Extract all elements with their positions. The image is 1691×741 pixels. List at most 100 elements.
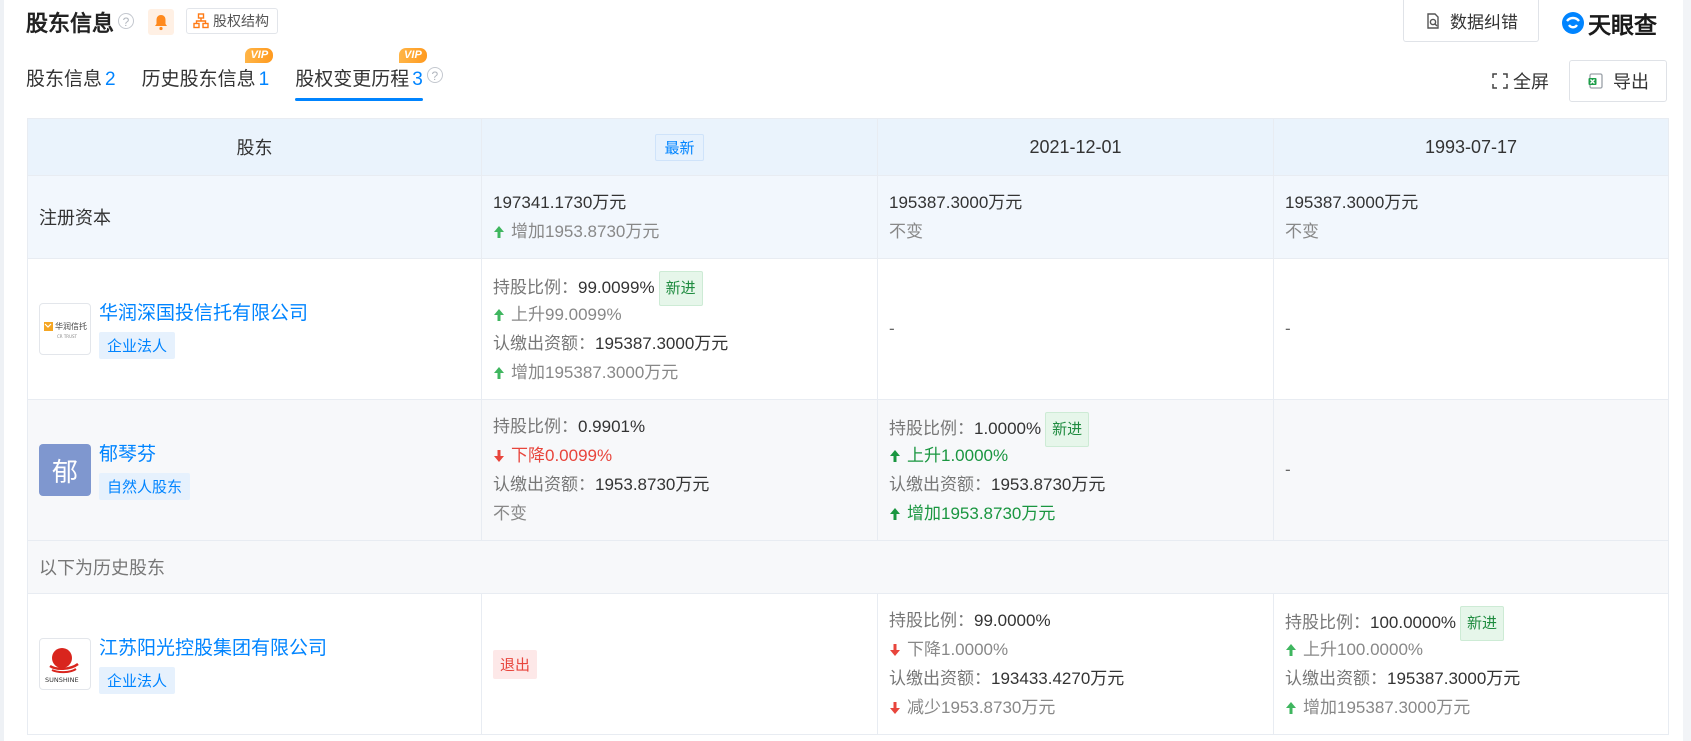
org-chart-icon (193, 13, 209, 29)
scrollbar-track[interactable] (1683, 0, 1691, 741)
paid-change: 增加1953.8730万元 (889, 499, 1262, 528)
logo-subtext: CR TRUST (57, 334, 78, 339)
table-cell: - (1273, 399, 1669, 541)
table-row: 华润信托 CR TRUST 华润深国投信托有限公司 企业法人 持股比例：99.00… (27, 258, 1669, 400)
table-cell: 持股比例：99.0099% 新进 上升99.0099% 认缴出资额：195387.… (481, 258, 878, 400)
holder-type-tag: 企业法人 (99, 666, 176, 694)
logo-text: 华润信托 (55, 321, 87, 331)
table-cell: 197341.1730万元 增加1953.8730万元 (481, 175, 878, 259)
table-cell: 195387.3000万元 不变 (877, 175, 1274, 259)
fullscreen-button[interactable]: 全屏 (1491, 68, 1549, 94)
tianyancha-logo-icon (1562, 12, 1584, 34)
arrow-down-icon (494, 450, 504, 462)
table-cell: 持股比例：1.0000% 新进 上升1.0000% 认缴出资额：1953.8730… (877, 399, 1274, 541)
holder-cell: SUNSHINE 江苏阳光控股集团有限公司 企业法人 (27, 593, 482, 735)
ratio-value: 1.0000% (974, 419, 1042, 438)
capital-value: 195387.3000万元 (889, 193, 1023, 212)
bell-icon[interactable] (148, 9, 174, 35)
holder-type-tag: 企业法人 (99, 331, 176, 359)
table-cell: 退出 (481, 593, 878, 735)
tab-count: 3 (412, 69, 423, 90)
new-badge: 新进 (1045, 412, 1090, 447)
table-cell: 持股比例：0.9901% 下降0.0099% 认缴出资额：1953.8730万元… (481, 399, 878, 541)
table-row: 郁 郁琴芬 自然人股东 持股比例：0.9901% 下降0.0099% 认缴出资额… (27, 399, 1669, 541)
table-header-row: 股东 最新 2021-12-01 1993-07-17 (27, 118, 1669, 176)
paid-change: 不变 (493, 504, 527, 523)
fullscreen-label: 全屏 (1513, 72, 1549, 92)
logo-text: SUNSHINE (45, 676, 79, 684)
table-cell: - (877, 258, 1274, 400)
data-correction-button[interactable]: 数据纠错 (1403, 0, 1539, 42)
column-header-date: 2021-12-01 (877, 118, 1274, 176)
export-button[interactable]: 导出 (1569, 60, 1667, 102)
column-header-holder: 股东 (27, 118, 482, 176)
registered-capital-row: 注册资本 197341.1730万元 增加1953.8730万元 195387.… (27, 175, 1669, 259)
holder-name-link[interactable]: 郁琴芬 (99, 441, 190, 469)
tab-equity-changes[interactable]: 股权变更历程 3 VIP (295, 48, 427, 101)
arrow-down-icon (890, 644, 900, 656)
paid-value: 195387.3000万元 (595, 334, 729, 353)
vip-badge: VIP (245, 48, 274, 63)
left-edge (0, 0, 4, 741)
ratio-change: 下降0.0099% (493, 441, 866, 470)
history-label: 以下为历史股东 (27, 540, 1669, 594)
export-label: 导出 (1613, 72, 1649, 92)
latest-badge: 最新 (655, 133, 704, 161)
avatar[interactable]: 郁 (39, 444, 91, 496)
ratio-value: 0.9901% (578, 417, 646, 436)
arrow-up-icon (1286, 644, 1296, 656)
capital-change: 不变 (1285, 222, 1319, 241)
table-cell: 持股比例：100.0000% 新进 上升100.0000% 认缴出资额：19538… (1273, 593, 1669, 735)
table-cell: - (1273, 258, 1669, 400)
paid-change: 增加195387.3000万元 (1285, 693, 1657, 722)
holder-name-link[interactable]: 江苏阳光控股集团有限公司 (99, 635, 327, 663)
equity-change-table: 股东 最新 2021-12-01 1993-07-17 注册资本 197341.… (27, 118, 1669, 735)
excel-icon (1588, 73, 1603, 89)
history-divider-row: 以下为历史股东 (27, 540, 1669, 594)
equity-structure-label: 股权结构 (213, 13, 269, 29)
page-title: 股东信息 (26, 11, 115, 36)
paid-change: 减少1953.8730万元 (889, 693, 1262, 722)
holder-type-tag: 自然人股东 (99, 472, 191, 500)
table-cell: 195387.3000万元 不变 (1273, 175, 1669, 259)
paid-value: 1953.8730万元 (991, 475, 1106, 494)
paid-change: 增加195387.3000万元 (493, 358, 866, 387)
capital-value: 195387.3000万元 (1285, 193, 1419, 212)
data-correction-label: 数据纠错 (1450, 13, 1518, 32)
holder-name-link[interactable]: 华润深国投信托有限公司 (99, 300, 308, 328)
company-logo[interactable]: 华润信托 CR TRUST (39, 303, 91, 355)
vip-badge: VIP (399, 48, 427, 63)
company-logo[interactable]: SUNSHINE (39, 638, 91, 690)
new-badge: 新进 (658, 271, 703, 306)
tab-bar: 股东信息 2 历史股东信息 1 VIP 股权变更历程 3 VIP ? (26, 48, 443, 101)
tab-count: 1 (258, 69, 270, 90)
brand-logo[interactable]: 天眼查 (1560, 6, 1657, 40)
capital-change: 不变 (889, 222, 923, 241)
table-row: SUNSHINE 江苏阳光控股集团有限公司 企业法人 退出 持股比例：99.00… (27, 593, 1669, 735)
help-icon[interactable]: ? (426, 67, 443, 83)
row-label: 注册资本 (27, 175, 482, 259)
help-icon[interactable]: ? (118, 13, 134, 29)
holder-cell: 郁 郁琴芬 自然人股东 (27, 399, 482, 541)
arrow-up-icon (890, 508, 900, 520)
tab-shareholders[interactable]: 股东信息 2 (26, 64, 116, 101)
expand-icon (1492, 73, 1508, 89)
tab-history-shareholders[interactable]: 历史股东信息 1 VIP (142, 48, 274, 101)
column-header-latest: 最新 (481, 118, 878, 176)
tab-label: 股权变更历程 (295, 69, 410, 90)
ratio-value: 99.0099% (578, 278, 655, 297)
paid-value: 195387.3000万元 (1387, 669, 1521, 688)
tab-label: 股东信息 (26, 69, 103, 90)
new-badge: 新进 (1460, 606, 1505, 641)
equity-structure-button[interactable]: 股权结构 (186, 8, 278, 34)
paid-value: 193433.4270万元 (991, 669, 1125, 688)
table-cell: 持股比例：99.0000% 下降1.0000% 认缴出资额：193433.427… (877, 593, 1274, 735)
capital-change: 增加1953.8730万元 (493, 217, 866, 246)
document-edit-icon (1427, 12, 1439, 29)
ratio-value: 100.0000% (1370, 613, 1457, 632)
tab-count: 2 (105, 69, 116, 90)
arrow-up-icon (494, 309, 504, 321)
brand-name: 天眼查 (1588, 12, 1657, 38)
arrow-up-icon (890, 450, 900, 462)
arrow-up-icon (494, 226, 504, 238)
